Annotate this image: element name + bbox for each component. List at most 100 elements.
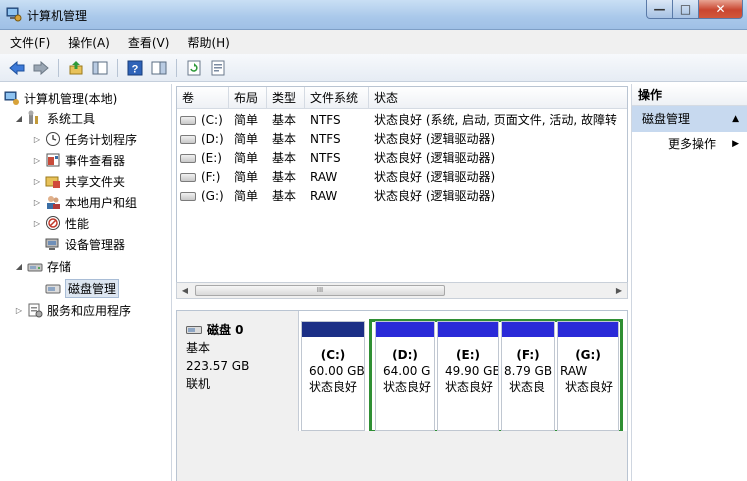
computer-management-icon: [6, 7, 22, 22]
tree-item-storage[interactable]: ◢ 存储: [14, 256, 71, 276]
expand-arrow-icon[interactable]: ▷: [32, 135, 42, 144]
tree-item-local-users[interactable]: ▷ 本地用户和组: [32, 192, 137, 212]
expand-arrow-icon[interactable]: ▷: [32, 156, 42, 165]
expand-arrow-icon[interactable]: ▷: [14, 306, 24, 315]
menu-help[interactable]: 帮助(H): [187, 34, 229, 51]
tree-item-event-viewer[interactable]: ▷ 事件查看器: [32, 150, 125, 170]
partition-g[interactable]: (G:) RAW 状态良好: [557, 321, 619, 431]
table-row[interactable]: (E:) 简单 基本 NTFS 状态良好 (逻辑驱动器): [177, 149, 627, 168]
svg-text:?: ?: [132, 63, 139, 75]
partition-d[interactable]: (D:) 64.00 G 状态良好: [375, 321, 435, 431]
cell-status: 状态良好 (逻辑驱动器): [374, 170, 496, 184]
disk-info[interactable]: 磁盘 0 基本 223.57 GB 联机: [177, 311, 299, 431]
actions-section-disk-management[interactable]: 磁盘管理 ▲: [632, 106, 747, 132]
tree-item-system-tools[interactable]: ◢ 系统工具: [14, 108, 95, 128]
menu-view[interactable]: 查看(V): [128, 34, 170, 51]
disk-type: 基本: [186, 341, 211, 355]
users-icon: [47, 196, 60, 209]
disk-graphical-view: 磁盘 0 基本 223.57 GB 联机 (C:) 60.00 GB 状态良好 …: [176, 310, 628, 481]
collapse-arrow-icon[interactable]: ◢: [14, 262, 24, 271]
column-header-filesystem[interactable]: 文件系统: [305, 87, 369, 109]
more-actions-item[interactable]: 更多操作 ▶: [632, 132, 747, 156]
partition-status: 状态良好: [383, 380, 432, 394]
cell-status: 状态良好 (逻辑驱动器): [374, 132, 496, 146]
actions-header: 操作: [632, 84, 747, 106]
expand-arrow-icon[interactable]: ▷: [32, 198, 42, 207]
clock-icon: [46, 132, 60, 146]
tree-item-disk-management[interactable]: 磁盘管理: [45, 278, 120, 298]
tools-icon: [28, 110, 38, 124]
expand-arrow-icon[interactable]: ▷: [32, 219, 42, 228]
expand-arrow-icon[interactable]: ▷: [32, 177, 42, 186]
volume-list: 卷 布局 类型 文件系统 状态 (C:) 简单 基本 NTFS 状态良好 (系统…: [176, 86, 628, 286]
menu-action[interactable]: 操作(A): [68, 34, 110, 51]
scroll-right-icon[interactable]: ▶: [611, 283, 627, 298]
cell-type: 基本: [272, 151, 297, 165]
tree-label: 任务计划程序: [65, 132, 138, 147]
up-icon[interactable]: [65, 57, 87, 79]
tree-item-task-scheduler[interactable]: ▷ 任务计划程序: [32, 129, 137, 149]
collapse-up-icon[interactable]: ▲: [732, 106, 739, 132]
column-header-type[interactable]: 类型: [267, 87, 305, 109]
minimize-button[interactable]: —: [646, 0, 673, 19]
tree-label: 计算机管理(本地): [24, 91, 118, 106]
partition-name: (E:): [456, 348, 480, 362]
tree-item-shared-folders[interactable]: ▷ 共享文件夹: [32, 171, 125, 191]
cell-type: 基本: [272, 132, 297, 146]
cell-layout: 简单: [234, 151, 259, 165]
partition-name: (D:): [392, 348, 418, 362]
table-row[interactable]: (G:) 简单 基本 RAW 状态良好 (逻辑驱动器): [177, 187, 627, 206]
scroll-left-icon[interactable]: ◀: [177, 283, 193, 298]
tree-label: 设备管理器: [65, 237, 126, 252]
tree-label: 性能: [65, 216, 90, 231]
table-row[interactable]: (C:) 简单 基本 NTFS 状态良好 (系统, 启动, 页面文件, 活动, …: [177, 111, 627, 130]
table-row[interactable]: (F:) 简单 基本 RAW 状态良好 (逻辑驱动器): [177, 168, 627, 187]
maximize-button[interactable]: □: [673, 0, 699, 19]
cell-type: 基本: [272, 189, 297, 203]
column-header-volume[interactable]: 卷: [177, 87, 229, 109]
disk-status: 联机: [186, 377, 211, 391]
refresh-icon[interactable]: [183, 57, 205, 79]
partition-name: (C:): [320, 348, 346, 362]
cell-filesystem: NTFS: [310, 151, 341, 165]
tree-label: 磁盘管理: [65, 278, 120, 298]
tree-item-performance[interactable]: ▷ 性能: [32, 213, 89, 233]
tree-item-computer-management[interactable]: 计算机管理(本地): [4, 88, 117, 108]
partition-size: 64.00 G: [383, 364, 431, 378]
show-hide-tree-icon[interactable]: [89, 57, 111, 79]
cell-type: 基本: [272, 113, 297, 127]
drive-icon: [180, 173, 196, 182]
cell-layout: 简单: [234, 113, 259, 127]
partition-c[interactable]: (C:) 60.00 GB 状态良好: [301, 321, 365, 431]
cell-volume: (E:): [201, 151, 222, 165]
partition-name: (F:): [516, 348, 540, 362]
export-icon[interactable]: [207, 57, 229, 79]
menu-file[interactable]: 文件(F): [10, 34, 50, 51]
cell-type: 基本: [272, 170, 297, 184]
cell-volume: (C:): [201, 113, 223, 127]
back-icon[interactable]: [6, 57, 28, 79]
partition-bar: [302, 322, 364, 337]
horizontal-scrollbar[interactable]: ◀ III ▶: [176, 282, 628, 299]
partition-f[interactable]: (F:) 8.79 GB 状态良: [501, 321, 555, 431]
column-header-layout[interactable]: 布局: [229, 87, 267, 109]
cell-volume: (D:): [201, 132, 224, 146]
cell-filesystem: RAW: [310, 189, 338, 203]
properties-icon[interactable]: [148, 57, 170, 79]
forward-icon[interactable]: [30, 57, 52, 79]
shared-folder-icon: [45, 176, 60, 188]
table-row[interactable]: (D:) 简单 基本 NTFS 状态良好 (逻辑驱动器): [177, 130, 627, 149]
collapse-arrow-icon[interactable]: ◢: [14, 114, 24, 123]
cell-layout: 简单: [234, 189, 259, 203]
partition-status: 状态良好: [309, 380, 358, 394]
tree-label: 事件查看器: [65, 153, 126, 168]
partition-size: RAW: [560, 364, 588, 378]
partition-bar: [376, 322, 434, 337]
close-button[interactable]: ✕: [699, 0, 743, 19]
partition-e[interactable]: (E:) 49.90 GB 状态良好: [437, 321, 499, 431]
column-header-status[interactable]: 状态: [369, 87, 627, 109]
tree-item-device-manager[interactable]: 设备管理器: [45, 234, 125, 254]
scroll-thumb[interactable]: III: [195, 285, 445, 296]
help-icon[interactable]: ?: [124, 57, 146, 79]
tree-item-services-apps[interactable]: ▷ 服务和应用程序: [14, 300, 131, 320]
